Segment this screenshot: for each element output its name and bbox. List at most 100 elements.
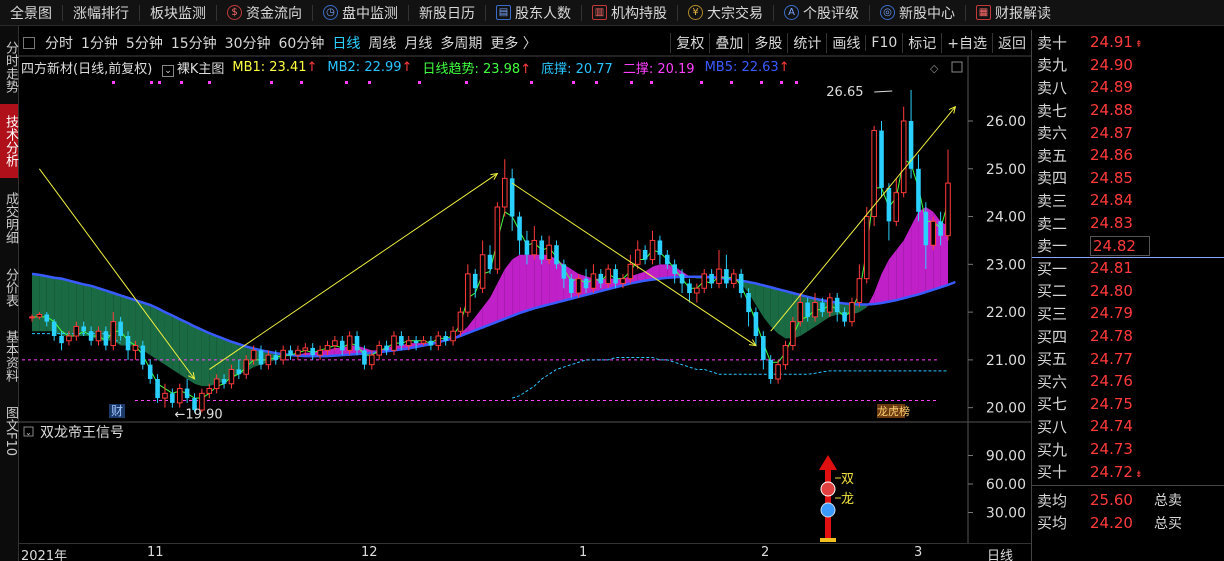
ind-y-tick-label: 30.00: [986, 506, 1026, 522]
quote-level-label: 买七: [1037, 395, 1068, 414]
lhb-marker-label: 龙虎榜: [877, 404, 910, 418]
quote-price: 24.76: [1090, 372, 1133, 391]
quote-price: 24.89: [1090, 78, 1133, 97]
candle-body: [243, 359, 250, 375]
candle-body: [81, 326, 86, 332]
bid-row[interactable]: 买八 24.74: [1032, 415, 1224, 438]
quote-level-label: 卖一: [1037, 237, 1068, 256]
candle-body: [288, 350, 293, 356]
candle-body: [627, 263, 634, 280]
ask-row[interactable]: 卖八 24.89: [1032, 76, 1224, 99]
ribbon-segment: [534, 254, 542, 309]
bid-row[interactable]: 买六 24.76: [1032, 370, 1224, 393]
quote-price: 24.87: [1090, 123, 1133, 142]
bid-row[interactable]: 买四 24.78: [1032, 325, 1224, 348]
candle-body: [487, 254, 493, 270]
signal-dot: [760, 81, 763, 84]
trend-arrow: [38, 168, 195, 380]
candle-body: [730, 273, 737, 284]
bid-row[interactable]: 买七 24.75: [1032, 393, 1224, 416]
quote-price: 24.73: [1090, 440, 1133, 459]
ribbon-segment: [911, 211, 919, 297]
signal-dot: [208, 81, 211, 84]
candle-body: [494, 206, 501, 270]
avg-row[interactable]: 卖均 25.60 总卖: [1032, 489, 1224, 512]
ask-row[interactable]: 卖九 24.90: [1032, 54, 1224, 77]
low-label: ←19.90: [175, 407, 223, 422]
candle-body: [945, 182, 951, 237]
quote-level-label: 卖四: [1037, 169, 1068, 188]
candle-body: [701, 273, 708, 289]
bid-row[interactable]: 买二 24.80: [1032, 280, 1224, 303]
candle-body: [295, 349, 301, 356]
ribbon-segment: [888, 250, 897, 302]
ask-row[interactable]: 卖四 24.85: [1032, 167, 1224, 190]
ribbon-segment: [32, 273, 40, 332]
candle-body: [184, 388, 190, 399]
candle-body: [228, 368, 235, 385]
ind-y-tick-label: 60.00: [986, 477, 1026, 493]
candle-body: [634, 249, 641, 265]
signal-dot: [112, 81, 115, 84]
candle-body: [265, 354, 272, 366]
signal-dot: [530, 81, 533, 84]
bid-row[interactable]: 买九 24.73: [1032, 438, 1224, 461]
bid-row[interactable]: 买一 24.81: [1032, 257, 1224, 280]
ask-row[interactable]: 卖六 24.87: [1032, 121, 1224, 144]
ribbon-segment: [482, 297, 490, 328]
candle-body: [88, 331, 94, 341]
candle-body: [118, 321, 123, 336]
candle-body: [362, 350, 367, 365]
y-tick-label: 22.00: [986, 305, 1026, 321]
kline-chart[interactable]: ◇ 26.65 ←19.90 财 龙虎榜 26.00 25.00 24.00 23.00 22…: [0, 0, 1031, 543]
quote-price: 24.82: [1090, 235, 1150, 256]
candle-body: [405, 340, 412, 347]
ribbon-segment: [39, 274, 47, 332]
candle-body: [531, 239, 538, 256]
signal-dot: [572, 81, 575, 84]
diamond-icon: ◇: [930, 62, 939, 75]
quote-level-label: 卖八: [1037, 78, 1068, 97]
candle-body: [399, 336, 404, 346]
ribbon-segment: [150, 304, 158, 360]
candle-body: [170, 393, 175, 403]
signal-arrow-head: [819, 455, 837, 470]
candle-body: [66, 335, 72, 342]
quote-level-label: 买八: [1037, 417, 1068, 436]
x-label-dec: 12: [361, 545, 378, 560]
ribbon-segment: [896, 240, 904, 301]
quote-divider: [1032, 485, 1224, 487]
signal-dot: [300, 81, 303, 84]
ribbon-segment: [497, 269, 505, 322]
ask-row[interactable]: 卖一 24.82: [1032, 234, 1224, 257]
ind-y-tick-label: 90.00: [986, 449, 1026, 465]
arrow-up-icon: ⇞: [1134, 40, 1143, 51]
y-tick-label: 21.00: [986, 353, 1026, 369]
signal-text-2: 龙: [841, 492, 854, 507]
quote-price: 24.72 ⇟: [1090, 462, 1143, 481]
quote-level-label: 买六: [1037, 372, 1068, 391]
ribbon-segment: [903, 226, 912, 299]
ask-row[interactable]: 卖三 24.84: [1032, 189, 1224, 212]
candle-body: [716, 268, 722, 284]
ask-row[interactable]: 卖二 24.83: [1032, 212, 1224, 235]
quote-total-label: 总卖: [1154, 493, 1182, 510]
bid-row[interactable]: 买十 24.72 ⇟: [1032, 460, 1224, 483]
candle-body: [539, 240, 544, 260]
ask-row[interactable]: 卖十 24.91 ⇞: [1032, 31, 1224, 54]
ask-row[interactable]: 卖七 24.88: [1032, 99, 1224, 122]
avg-row[interactable]: 买均 24.20 总买: [1032, 512, 1224, 535]
high-pointer: [874, 90, 893, 93]
x-label-mar: 3: [914, 545, 923, 560]
candle-body: [176, 388, 183, 404]
bid-row[interactable]: 买五 24.77: [1032, 347, 1224, 370]
candle-body: [679, 273, 685, 284]
quote-level-label: 卖九: [1037, 56, 1068, 75]
candle-body: [665, 254, 670, 265]
bid-row[interactable]: 买三 24.79: [1032, 302, 1224, 325]
ask-row[interactable]: 卖五 24.86: [1032, 144, 1224, 167]
candle-body: [302, 347, 309, 351]
candle-body: [258, 350, 264, 365]
chevron-glyph: ⌄: [25, 428, 32, 437]
quote-level-label: 买四: [1037, 327, 1068, 346]
